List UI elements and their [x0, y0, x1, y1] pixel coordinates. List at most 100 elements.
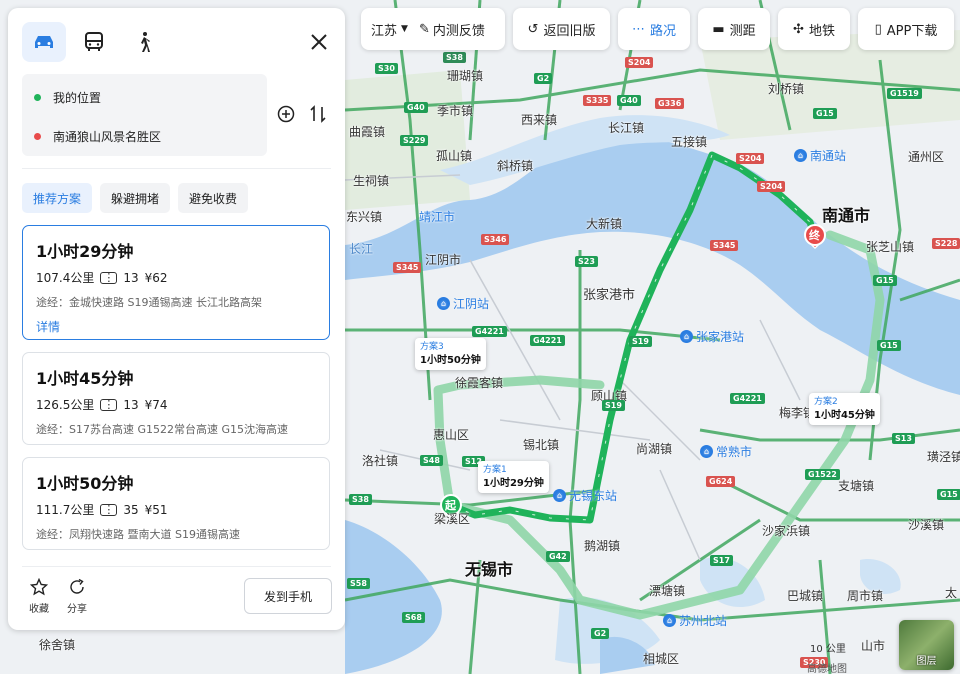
measure-button[interactable]: ▬ 测距	[698, 8, 770, 50]
plan-card-2[interactable]: 1小时45分钟 126.5公里 ⋮ 13 ¥74 途经：S17苏台高速 G152…	[22, 352, 330, 445]
road-shield: S204	[625, 57, 654, 68]
subway-button[interactable]: ✣ 地铁	[778, 8, 850, 50]
map-copyright: 高德地图	[807, 664, 847, 674]
tab-walk[interactable]	[122, 22, 166, 62]
district-label: 相城区	[643, 652, 680, 666]
town-label: 徐霞客镇	[455, 376, 504, 390]
town-label: 漂塘镇	[649, 584, 686, 598]
town-label: 曲霞镇	[349, 125, 386, 139]
swap-icon	[310, 105, 326, 123]
road-shield: G40	[617, 95, 641, 106]
region-feedback-group: 江苏 ▼ ✎ 内测反馈	[361, 8, 505, 50]
road-shield: G4221	[530, 335, 565, 346]
town-label: 鹅湖镇	[584, 539, 621, 553]
road-shield: S229	[400, 135, 429, 146]
province-select[interactable]: 江苏 ▼	[371, 20, 408, 39]
traffic-light-icon: ⋮	[100, 271, 118, 284]
route-tag-plan1[interactable]: 方案1 1小时29分钟	[478, 461, 549, 493]
layer-button[interactable]: 图层	[899, 620, 954, 670]
town-label: 尚湖镇	[636, 442, 673, 456]
plan-time: 1小时50分钟	[36, 474, 134, 493]
tab-recommended[interactable]: 推荐方案	[22, 183, 93, 213]
add-waypoint-button[interactable]	[276, 104, 296, 124]
town-label: 沙溪镇	[908, 518, 945, 532]
road-shield: G15	[873, 275, 897, 286]
traffic-light-icon: ⋮	[100, 503, 118, 516]
road-shield: G2	[534, 73, 553, 84]
swap-button[interactable]	[308, 104, 328, 124]
town-label: 锡北镇	[523, 438, 560, 452]
plus-circle-icon	[277, 105, 295, 123]
road-shield: G15	[937, 489, 960, 500]
destination-field[interactable]: 南通狼山风景名胜区	[34, 128, 161, 145]
origin-dot-icon	[34, 94, 41, 101]
origin-field[interactable]: 我的位置	[34, 89, 101, 106]
town-label: 东兴镇	[346, 210, 383, 224]
station-nantong[interactable]: ⌂ 南通站	[794, 147, 846, 164]
plan-time: 1小时29分钟	[36, 242, 134, 261]
town-label: 长江镇	[608, 121, 645, 135]
travel-mode-tabs	[22, 22, 166, 62]
feedback-icon: ✎	[418, 21, 430, 37]
station-jiangyin[interactable]: ⌂ 江阴站	[437, 295, 489, 312]
town-label: 季市镇	[437, 104, 474, 118]
undo-icon: ↺	[527, 21, 539, 37]
divider	[22, 566, 331, 567]
town-label: 江阴市	[425, 253, 462, 267]
road-shield: S228	[932, 238, 960, 249]
road-shield: S346	[481, 234, 510, 245]
town-label: 张家港市	[583, 288, 636, 303]
city-label: 无锡市	[465, 560, 514, 579]
road-shield: S38	[443, 52, 466, 63]
road-shield: G624	[706, 476, 736, 487]
traffic-icon: ⋯	[631, 21, 645, 37]
station-wuxi-east[interactable]: ⌂ 无锡东站	[553, 487, 617, 504]
traffic-button[interactable]: ⋯ 路况	[618, 8, 690, 50]
road-shield: G4221	[730, 393, 765, 404]
station-changshu[interactable]: ⌂ 常熟市	[700, 443, 752, 460]
road-shield: S23	[575, 256, 598, 267]
town-label: 太	[945, 586, 958, 600]
station-icon: ⌂	[794, 149, 807, 162]
town-label: 大新镇	[586, 217, 623, 231]
route-tag-plan3[interactable]: 方案3 1小时50分钟	[415, 338, 486, 370]
town-label: 周市镇	[847, 589, 884, 603]
send-to-phone-button[interactable]: 发到手机	[244, 578, 332, 614]
road-shield: G2	[591, 628, 610, 639]
road-shield: S13	[892, 433, 915, 444]
road-shield: G42	[546, 551, 570, 562]
caret-down-icon: ▼	[401, 24, 408, 34]
tab-bus[interactable]	[72, 22, 116, 62]
road-shield: S204	[736, 153, 765, 164]
od-actions	[276, 104, 328, 124]
tab-drive[interactable]	[22, 22, 66, 62]
car-icon	[35, 36, 53, 48]
plan-meta: 126.5公里 ⋮ 13 ¥74	[36, 397, 168, 413]
share-button[interactable]: 分享	[62, 578, 92, 615]
tab-avoid-congestion[interactable]: 躲避拥堵	[100, 183, 171, 213]
station-suzhou-north[interactable]: ⌂ 苏州北站	[663, 612, 727, 629]
feedback-button[interactable]: ✎ 内测反馈	[419, 20, 485, 39]
route-tag-plan2[interactable]: 方案2 1小时45分钟	[809, 393, 880, 425]
city-label: 南通市	[822, 206, 871, 225]
app-download-button[interactable]: ▯ APP下载	[858, 8, 954, 50]
district-label: 通州区	[908, 150, 945, 164]
plan-card-1[interactable]: 1小时29分钟 107.4公里 ⋮ 13 ¥62 途经：金城快速路 S19通锡高…	[22, 225, 330, 340]
old-version-button[interactable]: ↺ 返回旧版	[513, 8, 610, 50]
plan-detail-link[interactable]: 详情	[36, 318, 316, 335]
route-panel: 我的位置 南通狼山风景名胜区 推荐方案 躲避拥堵 避免收费 1小时29分钟 10…	[8, 8, 345, 630]
station-zhangjiagang[interactable]: ⌂ 张家港站	[680, 328, 744, 345]
district-label: 惠山区	[433, 428, 470, 442]
plan-card-3[interactable]: 1小时50分钟 111.7公里 ⋮ 35 ¥51 途经：凤翔快速路 暨南大道 S…	[22, 457, 330, 550]
road-shield: G4221	[472, 326, 507, 337]
walk-icon	[141, 32, 150, 52]
station-icon: ⌂	[663, 614, 676, 627]
collect-button[interactable]: 收藏	[24, 578, 54, 615]
road-shield: G15	[813, 108, 837, 119]
preference-tabs: 推荐方案 躲避拥堵 避免收费	[22, 183, 249, 213]
destination-dot-icon	[34, 133, 41, 140]
subway-icon: ✣	[793, 21, 804, 37]
tab-avoid-toll[interactable]: 避免收费	[178, 183, 249, 213]
close-button[interactable]	[307, 30, 331, 54]
road-shield: S19	[629, 336, 652, 347]
